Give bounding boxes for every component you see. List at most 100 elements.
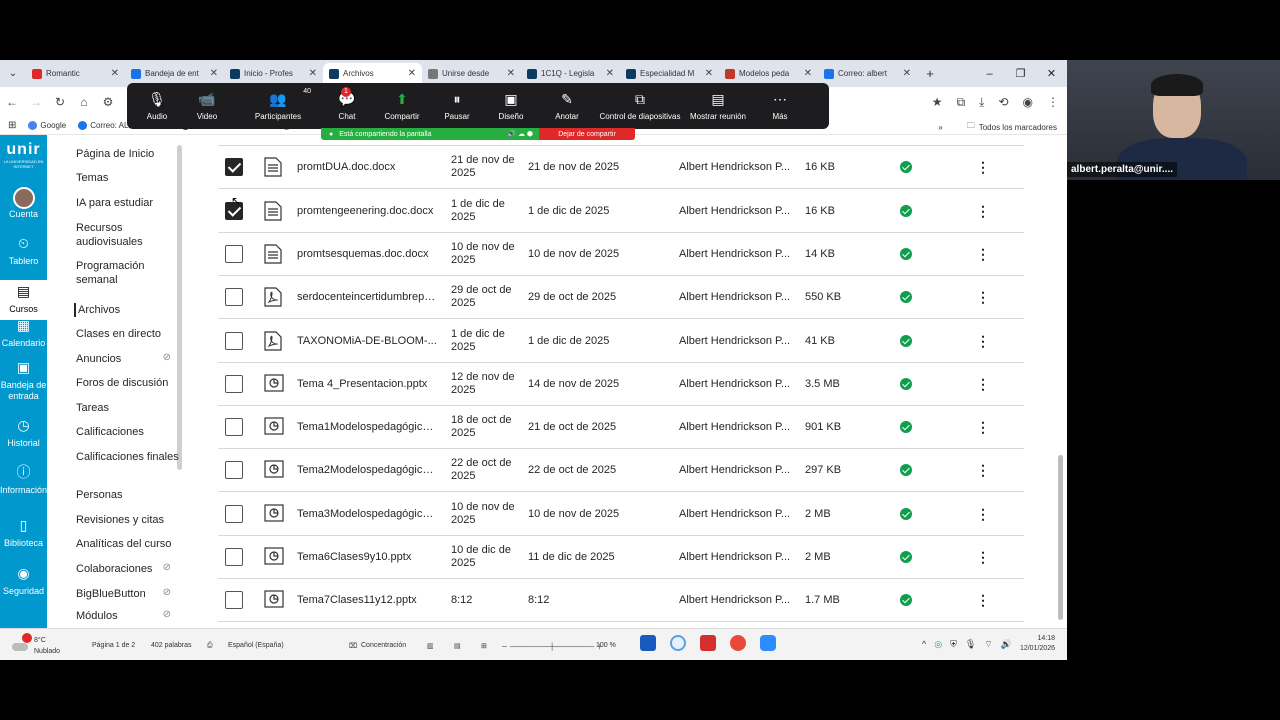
file-name[interactable]: serdocenteincertidumbrepe...	[297, 291, 437, 303]
more-options-icon[interactable]: ⋮	[976, 160, 990, 174]
course-nav-item[interactable]: Personas	[76, 488, 181, 502]
course-nav-item[interactable]: Calificaciones finales	[76, 450, 181, 464]
course-nav-item[interactable]: Recursos audiovisuales	[76, 221, 181, 249]
all-bookmarks[interactable]: » 🗀 Todos los marcadores	[938, 120, 1057, 134]
published-check-icon[interactable]	[900, 377, 912, 390]
course-nav-item[interactable]: Tareas	[76, 401, 181, 415]
word-count[interactable]: 402 palabras	[151, 642, 191, 649]
published-check-icon[interactable]	[900, 464, 912, 477]
proofing-icon[interactable]: ⎙	[207, 642, 213, 650]
mic-icon[interactable]: 🎙	[965, 639, 976, 650]
published-check-icon[interactable]	[900, 291, 912, 304]
browser-tab[interactable]: 1C1Q - Legisla ✕	[521, 63, 620, 85]
close-tab-icon[interactable]: ✕	[507, 68, 515, 79]
zoom-control-de-diapositivas-button[interactable]: ⧉ Control de diapositivas	[595, 92, 685, 121]
table-row[interactable]: promtengeenering.doc.docx 1 de dic de 20…	[218, 190, 1024, 233]
table-row[interactable]: serdocenteincertidumbrepe... 29 de oct d…	[218, 276, 1024, 320]
file-name[interactable]: Tema7Clases11y12.pptx	[297, 594, 437, 606]
close-tab-icon[interactable]: ✕	[111, 68, 119, 79]
more-options-icon[interactable]: ⋮	[976, 550, 990, 564]
browser-tab[interactable]: Romantic ✕	[26, 63, 125, 85]
rail-item-bandeja-de-entrada[interactable]: ▣ Bandeja de entrada	[0, 360, 47, 402]
page-scrollbar[interactable]	[1058, 455, 1063, 620]
apps-icon[interactable]: ⊞	[8, 120, 16, 131]
zoom-level[interactable]: 100 %	[596, 642, 616, 649]
file-name[interactable]: promtengeenering.doc.docx	[297, 205, 437, 217]
row-checkbox[interactable]	[225, 244, 243, 263]
focus-mode[interactable]: Concentración	[361, 642, 406, 649]
more-options-icon[interactable]: ⋮	[976, 204, 990, 218]
file-name[interactable]: Tema2Modelospedagógicos...	[297, 464, 437, 476]
file-name[interactable]: Tema 4_Presentacion.pptx	[297, 378, 437, 390]
rail-item-historial[interactable]: ◷ Historial	[0, 418, 47, 449]
rail-item-información[interactable]: ⓘ Información	[0, 465, 47, 496]
zoom-más-button[interactable]: ⋯ Más	[751, 92, 809, 121]
table-row[interactable]: promtDUA.doc.docx 21 de nov de 2025 21 d…	[218, 146, 1024, 190]
more-options-icon[interactable]: ⋮	[976, 247, 990, 261]
maximize-icon[interactable]: ❐	[1005, 60, 1036, 87]
published-check-icon[interactable]	[900, 507, 912, 520]
close-tab-icon[interactable]: ✕	[903, 68, 911, 79]
focus-icon[interactable]: ⌧	[349, 642, 357, 650]
clock[interactable]: 14:18 12/01/2026	[1020, 634, 1055, 654]
course-nav-item[interactable]: Analíticas del curso	[76, 537, 181, 551]
file-name[interactable]: Tema3Modelospedagógicos...	[297, 508, 437, 520]
course-nav-item[interactable]: Foros de discusión	[76, 376, 181, 390]
zoom-video-button[interactable]: 📹 Video	[179, 92, 235, 121]
language[interactable]: Español (España)	[228, 642, 284, 649]
published-check-icon[interactable]	[900, 334, 912, 347]
download-icon[interactable]: ⤓	[979, 95, 984, 110]
table-row[interactable]: Tema1Modelospedagógicos... 18 de oct de …	[218, 406, 1024, 450]
shield-icon[interactable]: ⛨	[950, 639, 957, 650]
zoom-slider[interactable]: － ────────┼──────── ＋	[501, 642, 603, 652]
browser-tab[interactable]: Correo: albert ✕	[818, 63, 917, 85]
row-checkbox[interactable]	[225, 331, 243, 350]
rail-item-seguridad[interactable]: ◉ Seguridad	[0, 566, 47, 597]
chrome-icon[interactable]	[730, 635, 746, 651]
file-name[interactable]: TAXONOMiA-DE-BLOOM-...	[297, 335, 437, 347]
zoom-anotar-button[interactable]: ✎ Anotar	[539, 92, 595, 121]
more-options-icon[interactable]: ⋮	[976, 290, 990, 304]
menu-icon[interactable]: ⋮	[1047, 95, 1059, 109]
row-checkbox[interactable]	[225, 461, 243, 480]
new-tab-button[interactable]: +	[917, 66, 943, 81]
close-tab-icon[interactable]: ✕	[210, 68, 218, 79]
file-name[interactable]: Tema1Modelospedagógicos...	[297, 421, 437, 433]
course-nav-item[interactable]: Programación semanal	[76, 259, 181, 287]
row-checkbox[interactable]	[225, 418, 243, 437]
published-check-icon[interactable]	[900, 551, 912, 563]
published-check-icon[interactable]	[900, 204, 912, 217]
volume-icon[interactable]: 🔊	[1001, 639, 1012, 650]
rail-item-calendario[interactable]: ▦ Calendario	[0, 318, 47, 349]
browser-tab[interactable]: Unirse desde ✕	[422, 63, 521, 85]
published-check-icon[interactable]	[900, 594, 912, 607]
table-row[interactable]: promtsesquemas.doc.docx 10 de nov de 202…	[218, 233, 1024, 276]
row-checkbox[interactable]	[225, 504, 243, 523]
published-check-icon[interactable]	[900, 161, 912, 174]
table-row[interactable]: TAXONOMiA-DE-BLOOM-... 1 de dic de 2025 …	[218, 320, 1024, 363]
profile-icon[interactable]: ◉	[1023, 95, 1033, 109]
share-tools-icon[interactable]: 🔊 ☁ ⬢	[507, 130, 533, 138]
row-checkbox[interactable]	[225, 548, 243, 566]
home-icon[interactable]: ⌂	[72, 95, 96, 109]
close-tab-icon[interactable]: ✕	[705, 68, 713, 79]
bookmark-item[interactable]: Google	[28, 121, 66, 130]
zoom-pausar-button[interactable]: ⏸ Pausar	[431, 92, 483, 121]
unir-logo[interactable]: unir LA UNIVERSIDAD EN INTERNET	[0, 141, 47, 169]
published-check-icon[interactable]	[900, 247, 912, 260]
rail-item-cuenta[interactable]: Cuenta	[0, 187, 47, 220]
table-row[interactable]: Tema7Clases11y12.pptx 8:12 8:12 Albert H…	[218, 579, 1024, 623]
zoom-mostrar-reunión-button[interactable]: ▤ Mostrar reunión	[685, 92, 751, 121]
file-name[interactable]: promtDUA.doc.docx	[297, 161, 437, 173]
browser-tab[interactable]: Inicio - Profes ✕	[224, 63, 323, 85]
bookmark-star-icon[interactable]: ★	[932, 95, 943, 109]
table-row[interactable]: Tema 4_Presentacion.pptx 12 de nov de 20…	[218, 363, 1024, 406]
minimize-icon[interactable]: –	[974, 60, 1005, 87]
table-row[interactable]: Tema3Modelospedagógicos... 10 de nov de …	[218, 493, 1024, 536]
file-name[interactable]: promtsesquemas.doc.docx	[297, 248, 437, 260]
acrobat-icon[interactable]	[700, 635, 716, 651]
back-icon[interactable]: ←	[0, 95, 24, 109]
more-options-icon[interactable]: ⋮	[976, 420, 990, 434]
course-nav-item[interactable]: Página de Inicio	[76, 147, 181, 161]
stop-sharing-button[interactable]: Dejar de compartir	[539, 128, 635, 140]
